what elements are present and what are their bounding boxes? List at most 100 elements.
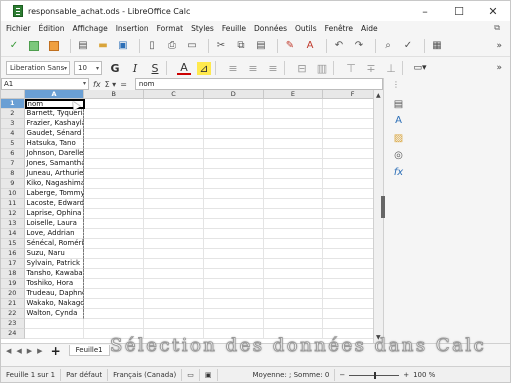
close-document-icon[interactable]: ⧉ [494,23,500,33]
redo-icon[interactable]: ↷ [351,38,367,54]
menu-fenetre[interactable]: Fenêtre [325,24,353,33]
cell-empty[interactable] [263,119,324,129]
clone-formatting-icon[interactable]: ✎ [282,38,298,54]
cell-empty[interactable] [144,299,204,309]
cell-name[interactable]: Hatsuka, Tano [24,139,85,149]
row-header[interactable]: 1 [1,99,25,109]
cell-empty[interactable] [144,309,204,319]
cell-empty[interactable] [203,149,264,159]
cell-empty[interactable] [84,219,145,229]
open-folder-icon[interactable]: ▬ [95,38,111,54]
cell-name[interactable]: Juneau, Arthurien [24,169,85,179]
cell-empty[interactable] [84,209,145,219]
cell-empty[interactable] [203,199,264,209]
cell-empty[interactable] [144,199,204,209]
cell-name[interactable] [24,319,85,329]
cell-empty[interactable] [263,169,324,179]
cell-name[interactable]: Laprise, Ophina [24,209,85,219]
cell-empty[interactable] [84,169,145,179]
menu-donnees[interactable]: Données [254,24,287,33]
underline-icon[interactable]: S [148,62,162,75]
cell-empty[interactable] [263,289,324,299]
cell-empty[interactable] [144,269,204,279]
cell-empty[interactable] [263,299,324,309]
next-sheet-icon[interactable]: ▶ [27,347,32,355]
cell-empty[interactable] [84,279,145,289]
cell-empty[interactable] [144,159,204,169]
row-header[interactable]: 17 [1,259,25,269]
undo-icon[interactable]: ↶ [331,38,347,54]
row-header[interactable]: 13 [1,219,25,229]
column-header-d[interactable]: D [203,90,264,99]
cell-empty[interactable] [263,229,324,239]
highlight-color-icon[interactable]: ⊿ [197,61,211,75]
clear-formatting-icon[interactable]: A [302,38,318,54]
row-header[interactable]: 22 [1,309,25,319]
align-center-icon[interactable]: ≡ [246,62,260,75]
checkmark-icon[interactable]: ✓ [6,38,22,54]
cell-name[interactable]: Barnett, Tyqueria [24,109,85,119]
gallery-icon[interactable]: ▨ [392,132,405,145]
row-header[interactable]: 10 [1,189,25,199]
cell-empty[interactable] [203,99,264,109]
cell-empty[interactable] [144,189,204,199]
row-icon[interactable]: ▦ [429,38,445,54]
cell-empty[interactable] [203,229,264,239]
cell-empty[interactable] [144,149,204,159]
cell-empty[interactable] [263,259,324,269]
cell-empty[interactable] [263,209,324,219]
scroll-up-icon[interactable]: ▲ [376,92,381,99]
row-header[interactable]: 14 [1,229,25,239]
cell-empty[interactable] [263,149,324,159]
cell-empty[interactable] [144,139,204,149]
row-header[interactable]: 12 [1,209,25,219]
cell-empty[interactable] [144,119,204,129]
font-name-box[interactable]: Liberation Sans ▾ [6,61,70,75]
row-header[interactable]: 9 [1,179,25,189]
row-header[interactable]: 23 [1,319,25,329]
row-header[interactable]: 7 [1,159,25,169]
cell-empty[interactable] [203,269,264,279]
cell-name[interactable]: Johnson, Darelle [24,149,85,159]
select-all-corner[interactable] [1,90,25,99]
cell-empty[interactable] [263,269,324,279]
cell-name[interactable]: Frazier, Kashayla [24,119,85,129]
row-header[interactable]: 18 [1,269,25,279]
bold-icon[interactable]: G [108,62,122,75]
chevron-down-icon[interactable]: ▾ [96,65,99,72]
cell-empty[interactable] [84,269,145,279]
toolbar-overflow-icon[interactable]: » [496,41,502,51]
row-header[interactable]: 11 [1,199,25,209]
row-header[interactable]: 3 [1,119,25,129]
cell-empty[interactable] [203,309,264,319]
cell-empty[interactable] [263,249,324,259]
cell-name[interactable]: Wakako, Nakagome [24,299,85,309]
cell-empty[interactable] [144,279,204,289]
number-format-icon[interactable]: ▭▾ [413,63,427,73]
cell-empty[interactable] [263,189,324,199]
font-color-icon[interactable]: A [177,62,191,75]
export-pdf-icon[interactable]: ▯ [144,38,160,54]
cell-empty[interactable] [84,129,145,139]
cell-empty[interactable] [84,229,145,239]
cell-empty[interactable] [84,249,145,259]
cell-empty[interactable] [84,149,145,159]
cell-empty[interactable] [263,239,324,249]
cell-empty[interactable] [144,229,204,239]
row-header[interactable]: 2 [1,109,25,119]
cell-empty[interactable] [144,179,204,189]
cell-empty[interactable] [84,139,145,149]
cell-empty[interactable] [203,299,264,309]
merge-cells-icon[interactable]: ▥ [315,62,329,75]
status-page-style[interactable]: Par défaut [61,368,109,381]
cell-empty[interactable] [84,289,145,299]
add-sheet-icon[interactable]: + [51,344,61,358]
menu-fichier[interactable]: Fichier [6,24,31,33]
cell-empty[interactable] [263,199,324,209]
cell-name[interactable]: Trudeau, Daphnee [24,289,85,299]
cell-empty[interactable] [84,309,145,319]
function-wizard-icon[interactable]: fx [93,80,101,89]
menu-affichage[interactable]: Affichage [72,24,107,33]
cell-name[interactable]: Suzu, Naru [24,249,85,259]
spelling-icon[interactable]: ✓ [400,38,416,54]
